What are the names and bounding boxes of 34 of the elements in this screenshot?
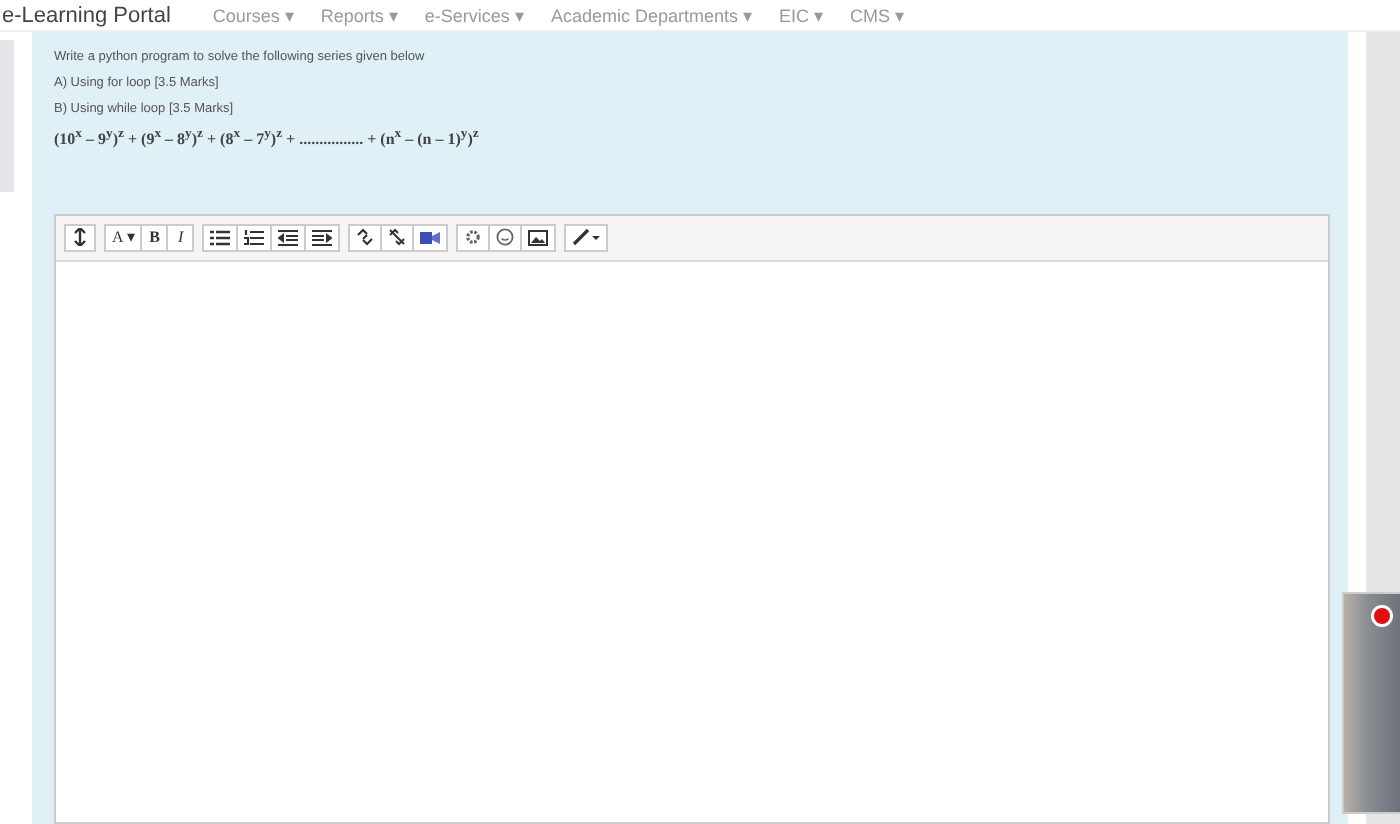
record-icon — [1370, 604, 1394, 628]
outdent-button[interactable] — [270, 223, 307, 252]
numbered-list-icon — [244, 229, 265, 246]
link-button[interactable] — [348, 223, 383, 252]
paint-brush-button[interactable] — [564, 223, 609, 252]
series-formula: (10$^{x}$ – 9$^{y}$)$^{z}$ + (9$^{x}$ – 8$^{y}$)$^{z}$ + (8$^{x}$ – 7$^{y}$)$^{z}$ + ................ + (n$^{x}$ – (n – 1)$^{y}$)$^{z}$ — [54, 124, 481, 152]
nav-menu-item[interactable]: Courses ▾ — [212, 1, 295, 29]
image-button[interactable] — [520, 223, 557, 252]
nav-menu-item[interactable]: EIC ▾ — [778, 1, 824, 29]
media-button[interactable] — [412, 223, 449, 252]
indent-button[interactable] — [304, 223, 341, 252]
expand-arrows-icon — [72, 228, 88, 247]
bold-button[interactable]: B — [140, 223, 169, 252]
nav-menu-item[interactable]: Reports ▾ — [320, 1, 399, 29]
italic-button[interactable]: I — [166, 223, 195, 252]
image-icon — [528, 229, 549, 246]
media-icon — [420, 228, 441, 247]
nav-menu-item[interactable]: e-Services ▾ — [424, 1, 525, 29]
collapse-button[interactable] — [64, 223, 96, 252]
unlink-button[interactable] — [380, 223, 415, 252]
font-style-button[interactable]: A ▾ — [104, 223, 143, 252]
smiley-icon — [496, 228, 515, 247]
emoticon-button[interactable] — [488, 223, 523, 252]
numbered-list-button[interactable] — [236, 223, 273, 252]
equation-button[interactable] — [456, 223, 491, 252]
site-title[interactable]: e-Learning Portal — [2, 1, 171, 29]
outdent-icon — [278, 229, 299, 246]
bullet-list-icon — [210, 229, 231, 246]
broken-link-icon — [388, 228, 407, 247]
brush-dropdown-icon — [572, 228, 601, 247]
indent-icon — [312, 229, 333, 246]
bullet-list-button[interactable] — [202, 223, 239, 252]
nav-menu-item[interactable]: CMS ▾ — [850, 1, 905, 29]
nav-menu-item[interactable]: Academic Departments ▾ — [550, 1, 753, 29]
